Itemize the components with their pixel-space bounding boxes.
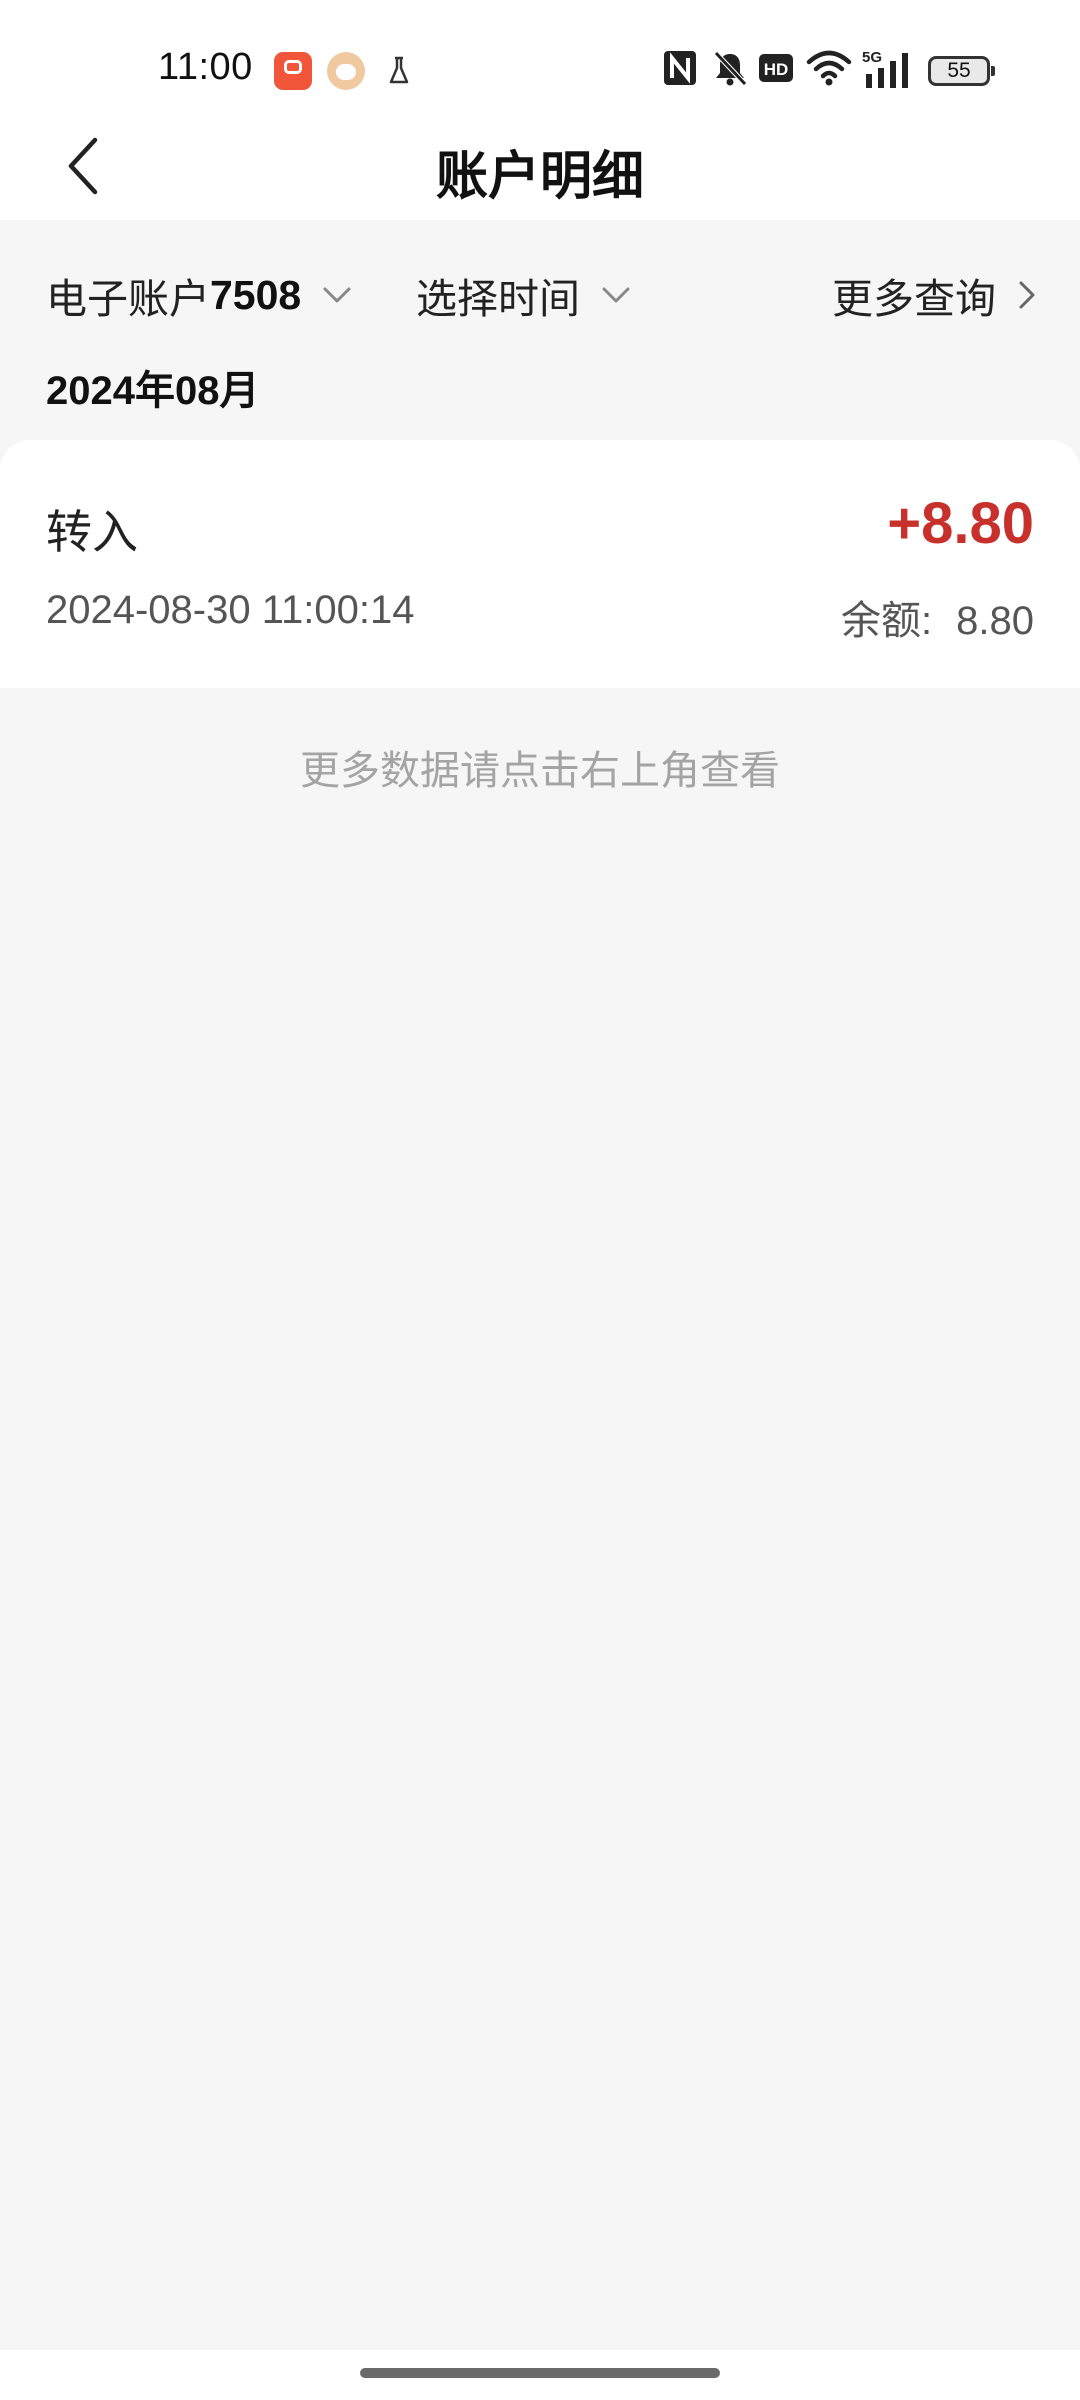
- page-title: 账户明细: [435, 148, 644, 206]
- hd-icon: HD: [759, 54, 793, 82]
- status-time: 11:00: [158, 46, 253, 88]
- chevron-right-icon: [1019, 281, 1035, 309]
- balance-value: 8.80: [956, 599, 1034, 643]
- transaction-row[interactable]: 转入 +8.80 2024-08-30 11:00:14 余额: 8.80: [0, 440, 1080, 688]
- balance-label: 余额:: [841, 599, 933, 643]
- account-selector[interactable]: 电子账户 7508: [46, 265, 351, 325]
- chevron-down-icon: [323, 287, 351, 303]
- top-nav-bar: 账户明细: [0, 110, 1080, 220]
- battery-icon: 55: [928, 56, 995, 86]
- 5g-signal-icon: 5G: [862, 49, 908, 88]
- more-query-link[interactable]: 更多查询: [832, 265, 1036, 325]
- more-data-hint: 更多数据请点击右上角查看: [300, 749, 780, 793]
- svg-text:5G: 5G: [862, 49, 882, 66]
- transaction-datetime: 2024-08-30 11:00:14: [46, 588, 415, 632]
- chevron-down-icon: [602, 287, 630, 303]
- time-selector[interactable]: 选择时间: [416, 265, 630, 325]
- home-indicator[interactable]: [360, 2368, 720, 2378]
- mute-icon: [714, 51, 747, 86]
- nfc-icon: [664, 51, 696, 85]
- filter-bar: 电子账户 7508 选择时间 更多查询: [0, 255, 1080, 335]
- account-prefix: 电子账户: [46, 276, 210, 322]
- flask-icon: [389, 56, 409, 84]
- account-number: 7508: [210, 271, 302, 318]
- time-label: 选择时间: [416, 276, 580, 322]
- transaction-type: 转入: [46, 506, 138, 558]
- notification-app-icon: [274, 52, 312, 90]
- notification-app-icon-2: [327, 52, 365, 90]
- more-query-label: 更多查询: [832, 276, 996, 322]
- transaction-amount: +8.80: [887, 491, 1034, 556]
- wifi-icon: [806, 50, 852, 86]
- transaction-balance: 余额: 8.80: [841, 588, 1034, 646]
- svg-text:HD: HD: [764, 60, 789, 79]
- month-group-header: 2024年08月: [46, 369, 260, 413]
